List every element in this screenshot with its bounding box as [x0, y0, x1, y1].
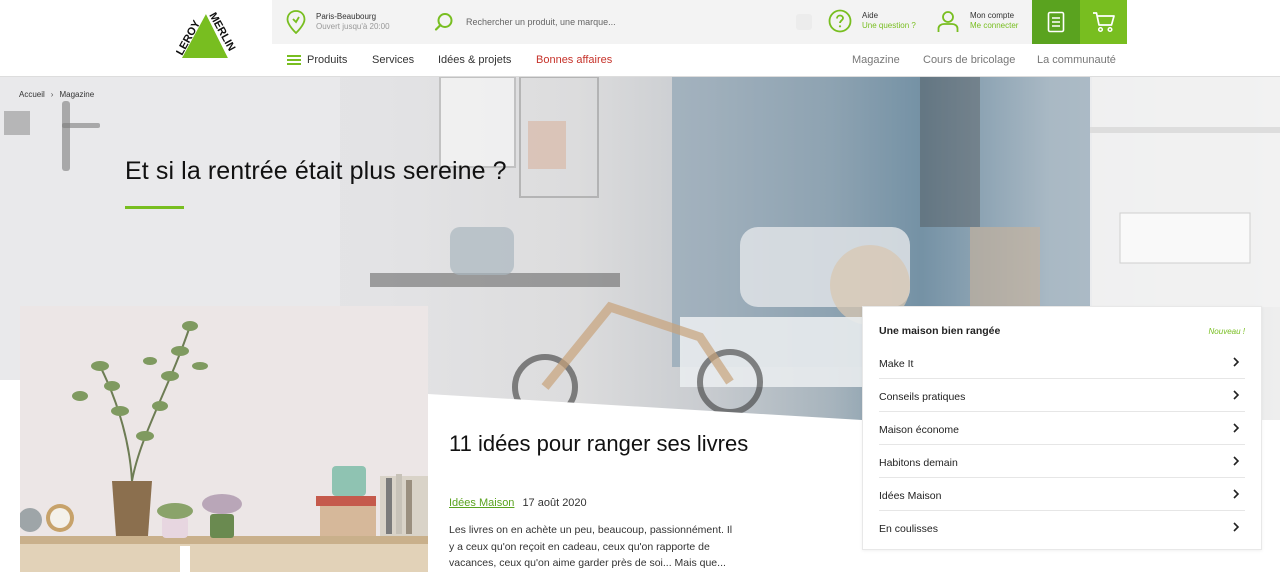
category-item-conseils-pratiques[interactable]: Conseils pratiques	[863, 379, 1261, 412]
page-title: Et si la rentrée était plus sereine ?	[125, 157, 507, 185]
nav-products[interactable]: Produits	[287, 54, 347, 66]
list-document-icon	[1047, 11, 1065, 33]
nav-community[interactable]: La communauté	[1037, 54, 1116, 66]
chevron-right-icon	[1233, 390, 1240, 400]
category-item-label: Make It	[879, 358, 914, 370]
new-badge: Nouveau !	[1208, 327, 1245, 336]
cart-icon	[1092, 12, 1115, 33]
category-item-label: En coulisses	[879, 523, 938, 535]
article-image[interactable]	[20, 306, 428, 572]
category-item-label: Habitons demain	[879, 457, 958, 469]
nav-ideas-projects[interactable]: Idées & projets	[438, 54, 511, 66]
chevron-right-icon	[1233, 522, 1240, 532]
store-name: Paris-Beaubourg	[316, 12, 377, 21]
category-item-maison-econome[interactable]: Maison économe	[863, 412, 1261, 445]
article-meta: Idées Maison 17 août 2020	[449, 497, 587, 509]
category-item-en-coulisses[interactable]: En coulisses	[863, 511, 1261, 544]
search-clear-button[interactable]	[796, 14, 812, 30]
category-item-label: Conseils pratiques	[879, 391, 966, 403]
category-item-make-it[interactable]: Make It	[863, 346, 1261, 379]
store-hours: Ouvert jusqu'à 20:00	[316, 22, 390, 31]
breadcrumb-current: Magazine	[59, 90, 95, 99]
article-date: 17 août 2020	[522, 497, 587, 509]
help-subtitle: Une question ?	[862, 21, 916, 30]
category-menu-header: Une maison bien rangée	[879, 325, 1001, 337]
category-item-habitons-demain[interactable]: Habitons demain	[863, 445, 1261, 478]
search-input[interactable]	[466, 10, 802, 34]
article-excerpt: Les livres on en achète un peu, beaucoup…	[449, 524, 733, 569]
account-link[interactable]: Mon compte Me connecter	[936, 9, 1018, 33]
category-menu: Une maison bien rangée Nouveau ! Make It…	[862, 306, 1262, 550]
menu-burger-icon	[287, 55, 301, 66]
help-link[interactable]: Aide Une question ?	[828, 9, 916, 33]
location-pin-icon	[286, 10, 306, 34]
chevron-right-icon	[1233, 423, 1240, 433]
store-selector[interactable]: Paris-Beaubourg Ouvert jusqu'à 20:00	[286, 8, 390, 36]
nav-deals[interactable]: Bonnes affaires	[536, 54, 612, 66]
nav-magazine[interactable]: Magazine	[852, 54, 900, 66]
title-underline	[125, 206, 184, 209]
account-subtitle: Me connecter	[970, 21, 1019, 30]
breadcrumb: Accueil › Magazine	[19, 90, 94, 99]
top-utility-bar: Paris-Beaubourg Ouvert jusqu'à 20:00 Aid…	[272, 0, 1127, 44]
breadcrumb-chevron-icon: ›	[50, 90, 54, 99]
category-item-idees-maison[interactable]: Idées Maison	[863, 478, 1261, 511]
shopping-list-button[interactable]	[1032, 0, 1080, 44]
main-nav: Produits Services Idées & projets Bonnes…	[0, 44, 1280, 77]
plants-shelf-image	[20, 306, 428, 572]
help-question-icon	[828, 9, 852, 33]
site-header: LEROY MERLIN Paris-Beaubourg Ouvert jusq…	[0, 0, 1280, 77]
category-item-label: Maison économe	[879, 424, 959, 436]
nav-services[interactable]: Services	[372, 54, 414, 66]
article-title[interactable]: 11 idées pour ranger ses livres	[449, 429, 749, 458]
user-icon	[937, 11, 959, 32]
cart-button[interactable]	[1080, 0, 1127, 44]
help-title: Aide	[862, 11, 879, 20]
nav-products-label: Produits	[307, 54, 348, 66]
chevron-right-icon	[1233, 489, 1240, 499]
hero-banner: Accueil › Magazine Et si la rentrée étai…	[0, 77, 1280, 572]
chevron-right-icon	[1233, 357, 1240, 367]
search-icon[interactable]	[434, 12, 454, 32]
chevron-right-icon	[1233, 456, 1240, 466]
article-category-link[interactable]: Idées Maison	[449, 497, 514, 509]
breadcrumb-home[interactable]: Accueil	[19, 90, 45, 99]
category-item-label: Idées Maison	[879, 490, 942, 502]
search-bar	[434, 10, 812, 34]
account-title: Mon compte	[970, 11, 1015, 20]
nav-diy-courses[interactable]: Cours de bricolage	[923, 54, 1015, 66]
